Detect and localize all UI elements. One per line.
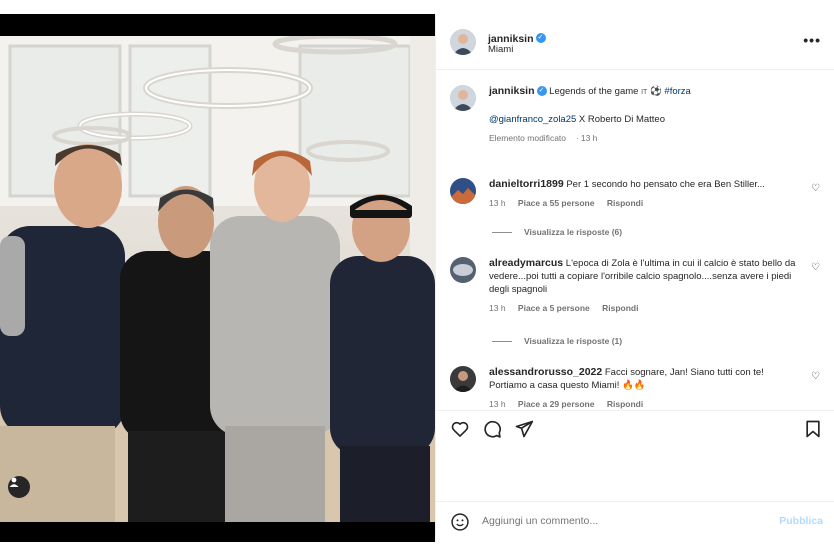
- like-button[interactable]: [450, 419, 470, 439]
- caption-username[interactable]: janniksin: [489, 85, 535, 97]
- comment-text: Per 1 secondo ho pensato che era Ben Sti…: [566, 179, 765, 190]
- caption-body: janniksin ✓ Legends of the game IT ⚽ #for…: [489, 85, 691, 143]
- post-side-panel: janniksin ✓ Miami ••• janniksin ✓ Legends …: [435, 14, 834, 542]
- verified-badge-icon: ✓: [536, 86, 547, 97]
- comment-input[interactable]: [482, 515, 762, 527]
- share-button[interactable]: [514, 419, 534, 439]
- heart-icon: ♡: [811, 262, 820, 273]
- publish-button[interactable]: Pubblica: [779, 515, 823, 527]
- smiley-icon: [451, 513, 469, 531]
- reply-button[interactable]: Rispondi: [607, 399, 643, 409]
- more-horizontal-icon: •••: [803, 32, 821, 48]
- edited-label: Elemento modificato: [489, 133, 567, 143]
- avatar-image: [450, 366, 476, 392]
- avatar-image: [450, 257, 476, 283]
- divider-line: [492, 232, 512, 234]
- comment-item: alreadymarcus L'epoca di Zola è l'ultima…: [450, 257, 820, 317]
- author-avatar[interactable]: [450, 29, 476, 55]
- heart-icon: [451, 421, 469, 437]
- comment-button[interactable]: [482, 419, 502, 439]
- divider-line: [492, 341, 512, 343]
- tagged-users-button[interactable]: [8, 476, 30, 498]
- photo-illustration: [0, 36, 435, 522]
- comment-username[interactable]: alessandrorusso_2022: [489, 366, 602, 378]
- add-comment-bar: Pubblica: [436, 501, 834, 542]
- caption-mention-text: X Roberto Di Matteo: [576, 114, 666, 125]
- comment-likes[interactable]: Piace a 55 persone: [518, 198, 595, 208]
- comment-time[interactable]: 13 h: [489, 303, 506, 313]
- caption-time[interactable]: 13 h: [581, 133, 598, 143]
- verified-badge-icon: ✓: [535, 32, 546, 43]
- bookmark-icon: [806, 420, 820, 438]
- view-replies-button[interactable]: Visualizza le risposte (1): [492, 336, 622, 346]
- like-comment-button[interactable]: ♡: [811, 182, 820, 195]
- comment-likes[interactable]: Piace a 5 persone: [518, 303, 590, 313]
- comment-time[interactable]: 13 h: [489, 198, 506, 208]
- reply-button[interactable]: Rispondi: [602, 303, 638, 313]
- commenter-avatar[interactable]: [450, 366, 476, 392]
- comment-icon: [484, 420, 501, 438]
- post-actions-bar: [436, 410, 834, 446]
- comment-item: danieltorri1899 Per 1 secondo ho pensato…: [450, 178, 820, 212]
- send-icon: [515, 420, 534, 438]
- comment-item: alessandrorusso_2022 Facci sognare, Jan!…: [450, 366, 820, 411]
- post-photo[interactable]: [0, 36, 435, 522]
- heart-icon: ♡: [811, 371, 820, 382]
- post-media[interactable]: [0, 14, 435, 542]
- soccer-ball-emoji: ⚽: [649, 86, 662, 97]
- comment-username[interactable]: alreadymarcus: [489, 257, 563, 269]
- post-location[interactable]: Miami: [488, 44, 513, 55]
- comment-time[interactable]: 13 h: [489, 399, 506, 409]
- comment-username[interactable]: danieltorri1899: [489, 178, 564, 190]
- user-icon: [9, 477, 19, 487]
- commenter-avatar[interactable]: [450, 257, 476, 283]
- more-options-button[interactable]: •••: [803, 32, 821, 48]
- post-header: janniksin ✓ Miami •••: [436, 14, 834, 70]
- caption-text: Legends of the game: [549, 86, 639, 97]
- save-button[interactable]: [803, 419, 823, 439]
- heart-icon: ♡: [811, 183, 820, 194]
- italy-flag-emoji: IT: [641, 89, 648, 96]
- commenter-avatar[interactable]: [450, 178, 476, 204]
- reply-button[interactable]: Rispondi: [607, 198, 643, 208]
- avatar-image: [450, 29, 476, 55]
- emoji-picker-button[interactable]: [450, 512, 470, 537]
- like-comment-button[interactable]: ♡: [811, 261, 820, 274]
- avatar-image: [450, 85, 476, 111]
- caption-avatar[interactable]: [450, 85, 476, 111]
- hashtag-link[interactable]: #forza: [664, 86, 690, 97]
- like-comment-button[interactable]: ♡: [811, 370, 820, 383]
- view-replies-button[interactable]: Visualizza le risposte (6): [492, 227, 622, 237]
- mention-link[interactable]: @gianfranco_zola25: [489, 114, 576, 125]
- comments-list[interactable]: janniksin ✓ Legends of the game IT ⚽ #for…: [436, 71, 834, 411]
- comment-likes[interactable]: Piace a 29 persone: [518, 399, 595, 409]
- post-caption: janniksin ✓ Legends of the game IT ⚽ #for…: [450, 85, 820, 145]
- avatar-image: [450, 178, 476, 204]
